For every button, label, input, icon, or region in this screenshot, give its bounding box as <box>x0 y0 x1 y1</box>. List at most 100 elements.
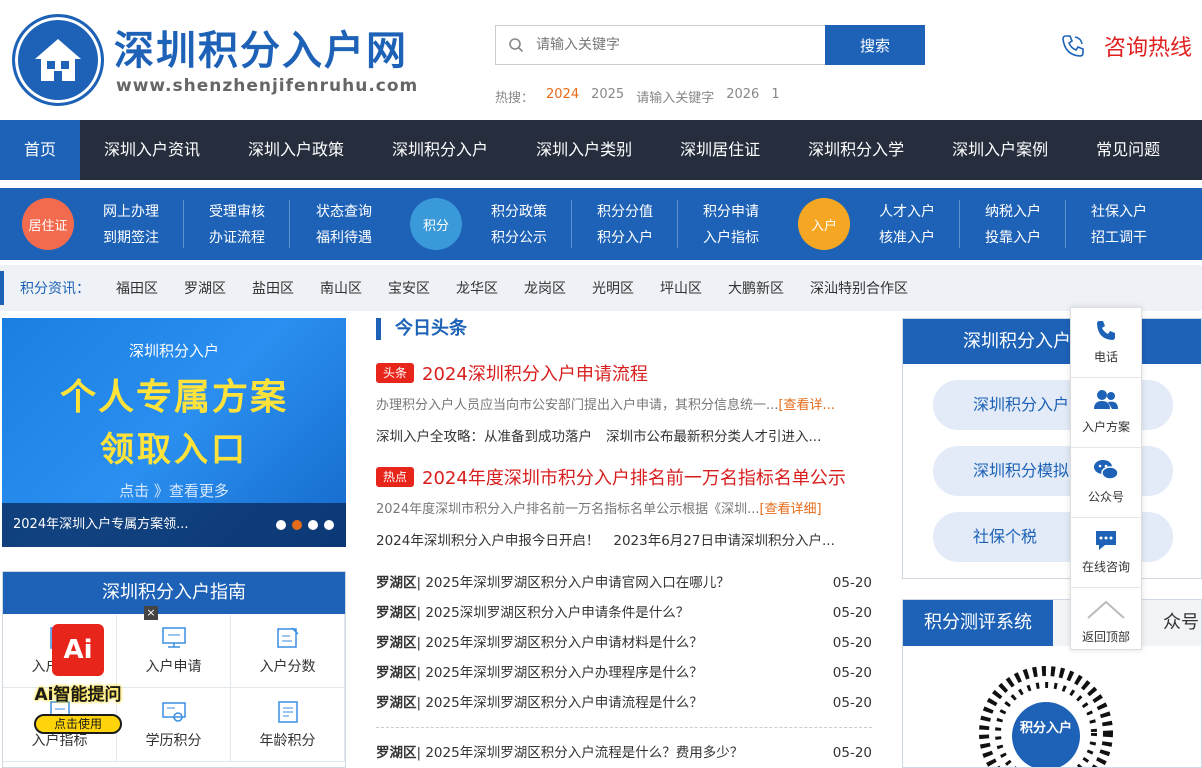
nav-home[interactable]: 首页 <box>0 120 81 180</box>
service-link[interactable]: 投靠入户 <box>978 225 1048 251</box>
district-link[interactable]: 龙华区 <box>456 278 498 298</box>
related-link[interactable]: 2023年6月27日申请深圳积分入户... <box>613 533 835 549</box>
carousel-dot[interactable] <box>308 520 318 530</box>
carousel-dot[interactable] <box>276 520 286 530</box>
read-more-link[interactable]: [查看详... <box>778 398 834 413</box>
district-link[interactable]: 坪山区 <box>660 278 702 298</box>
ai-logo: Ai <box>52 624 104 676</box>
service-link[interactable]: 核准入户 <box>872 225 942 251</box>
nav-item[interactable]: 深圳入户政策 <box>224 120 368 180</box>
list-title[interactable]: | 2025年深圳罗湖区积分入户办理程序是什么？ <box>417 665 703 681</box>
related-link[interactable]: 深圳市公布最新积分类人才引进入... <box>606 429 821 445</box>
district-link[interactable]: 光明区 <box>592 278 634 298</box>
service-link[interactable]: 人才入户 <box>872 199 942 225</box>
nav-item[interactable]: 深圳居住证 <box>656 120 784 180</box>
float-chat[interactable]: 在线咨询 <box>1071 518 1141 588</box>
service-bar: 居住证 网上办理 到期签注 受理审核 办证流程 状态查询 福利待遇 积分 积分政… <box>0 188 1202 260</box>
list-item[interactable]: 罗湖区| 2025年深圳罗湖区积分入户申请流程是什么？ 05-20 <box>376 688 872 718</box>
hot-word[interactable]: 2024 <box>546 87 579 106</box>
service-link[interactable]: 受理审核 <box>202 199 272 225</box>
list-title[interactable]: | 2025年深圳罗湖区积分入户流程是什么？费用多少？ <box>417 745 744 761</box>
chat-icon <box>1096 531 1116 550</box>
service-circle-points[interactable]: 积分 <box>410 198 462 250</box>
hotline[interactable]: 咨询热线 <box>1060 30 1192 62</box>
site-name[interactable]: 深圳积分入户网 <box>114 18 408 76</box>
hot-word[interactable]: 2026 <box>726 87 759 106</box>
service-link[interactable]: 积分政策 <box>484 199 554 225</box>
read-more-link[interactable]: [查看详细] <box>759 502 821 517</box>
news-list: 罗湖区| 2025年深圳罗湖区积分入户申请官网入口在哪儿？ 05-20 罗湖区| … <box>376 568 872 768</box>
ai-assistant-badge[interactable]: × Ai Ai智能提问 点击使用 <box>22 606 158 736</box>
banner-more-link[interactable]: 点击 》查看更多 <box>2 480 346 501</box>
ai-use-button[interactable]: 点击使用 <box>34 714 122 734</box>
list-item[interactable]: 罗湖区| 2025年深圳罗湖区积分入户申请官网入口在哪儿？ 05-20 <box>376 568 872 598</box>
list-item[interactable]: 罗湖区| 2025年深圳罗湖区积分入户申请材料是什么？ 05-20 <box>376 628 872 658</box>
float-phone[interactable]: 电话 <box>1071 308 1141 378</box>
district-link[interactable]: 宝安区 <box>388 278 430 298</box>
service-link[interactable]: 状态查询 <box>309 199 379 225</box>
nav-item[interactable]: 深圳入户资讯 <box>80 120 224 180</box>
service-link[interactable]: 办证流程 <box>202 225 272 251</box>
district-link[interactable]: 深汕特别合作区 <box>810 278 908 298</box>
site-logo[interactable] <box>12 14 104 106</box>
divider <box>677 200 678 248</box>
nav-item[interactable]: 深圳积分入户 <box>368 120 512 180</box>
district-link[interactable]: 福田区 <box>116 278 158 298</box>
float-wechat[interactable]: 公众号 <box>1071 448 1141 518</box>
service-link[interactable]: 积分分值 <box>590 199 660 225</box>
promo-banner[interactable]: 深圳积分入户 个人专属方案 领取入口 点击 》查看更多 2024年深圳入户专属方… <box>2 318 346 547</box>
list-title[interactable]: | 2025年深圳罗湖区积分入户申请官网入口在哪儿？ <box>417 575 730 591</box>
service-link[interactable]: 网上办理 <box>96 199 166 225</box>
carousel-dot[interactable] <box>324 520 334 530</box>
guide-item[interactable]: 入户申请 <box>117 614 231 688</box>
guide-item[interactable]: 年龄积分 <box>231 688 345 762</box>
service-link[interactable]: 纳税入户 <box>978 199 1048 225</box>
district-link[interactable]: 罗湖区 <box>184 278 226 298</box>
headline-link[interactable]: 2024年度深圳市积分入户排名前一万名指标名单公示 <box>422 468 846 489</box>
related-link[interactable]: 2024年深圳积分入户申报今日开启！ <box>376 533 599 549</box>
float-label: 在线咨询 <box>1081 560 1130 574</box>
list-title[interactable]: | 2025年深圳罗湖区积分入户申请材料是什么？ <box>417 635 703 651</box>
list-title[interactable]: | 2025年深圳罗湖区积分入户申请流程是什么？ <box>417 695 703 711</box>
district-link[interactable]: 南山区 <box>320 278 362 298</box>
search-input[interactable] <box>536 26 825 64</box>
service-link[interactable]: 福利待遇 <box>309 225 379 251</box>
headline-link[interactable]: 2024深圳积分入户申请流程 <box>422 364 648 385</box>
headline-news: 头条 2024深圳积分入户申请流程 办理积分入户人员应当向市公安部门提出入户申请，… <box>376 360 872 445</box>
guide-item[interactable]: 学历积分 <box>117 688 231 762</box>
service-circle-hukou[interactable]: 入户 <box>798 198 850 250</box>
service-link[interactable]: 积分申请 <box>696 199 766 225</box>
related-link[interactable]: 深圳入户全攻略：从准备到成功落户 <box>376 429 592 445</box>
close-icon[interactable]: × <box>144 606 158 620</box>
back-to-top[interactable]: 返回顶部 <box>1071 588 1141 658</box>
list-item[interactable]: 罗湖区| 2025年深圳罗湖区积分入户办理程序是什么？ 05-20 <box>376 658 872 688</box>
nav-item[interactable]: 常见问题 <box>1072 120 1184 180</box>
nav-item[interactable]: 深圳入户类别 <box>512 120 656 180</box>
hot-word[interactable]: 1 <box>771 87 779 106</box>
list-item[interactable]: 罗湖区| 2025年深圳罗湖区积分入户流程是什么？费用多少？ 05-20 <box>376 738 872 768</box>
guide-item[interactable]: 入户分数 <box>231 614 345 688</box>
tab-evaluation[interactable]: 积分测评系统 <box>903 600 1053 646</box>
divider <box>959 200 960 248</box>
search-bar: 搜索 <box>495 25 925 65</box>
hot-word[interactable]: 2025 <box>591 87 624 106</box>
service-link[interactable]: 积分公示 <box>484 225 554 251</box>
service-link[interactable]: 到期签注 <box>96 225 166 251</box>
service-link[interactable]: 社保入户 <box>1084 199 1154 225</box>
district-link[interactable]: 大鹏新区 <box>728 278 784 298</box>
hot-word[interactable]: 请输入关键字 <box>636 87 714 106</box>
guide-item-label: 入户分数 <box>259 659 316 675</box>
district-link[interactable]: 盐田区 <box>252 278 294 298</box>
list-item[interactable]: 罗湖区| 2025深圳罗湖区积分入户申请条件是什么？ 05-20 <box>376 598 872 628</box>
district-link[interactable]: 龙岗区 <box>524 278 566 298</box>
service-link[interactable]: 积分入户 <box>590 225 660 251</box>
float-plan[interactable]: 入户方案 <box>1071 378 1141 448</box>
service-link[interactable]: 入户指标 <box>696 225 766 251</box>
search-button[interactable]: 搜索 <box>825 25 925 65</box>
carousel-dot-active[interactable] <box>292 520 302 530</box>
service-link[interactable]: 招工调干 <box>1084 225 1154 251</box>
nav-item[interactable]: 深圳积分入学 <box>784 120 928 180</box>
nav-item[interactable]: 深圳入户案例 <box>928 120 1072 180</box>
list-title[interactable]: | 2025深圳罗湖区积分入户申请条件是什么？ <box>417 605 690 621</box>
service-circle-residence[interactable]: 居住证 <box>22 198 74 250</box>
